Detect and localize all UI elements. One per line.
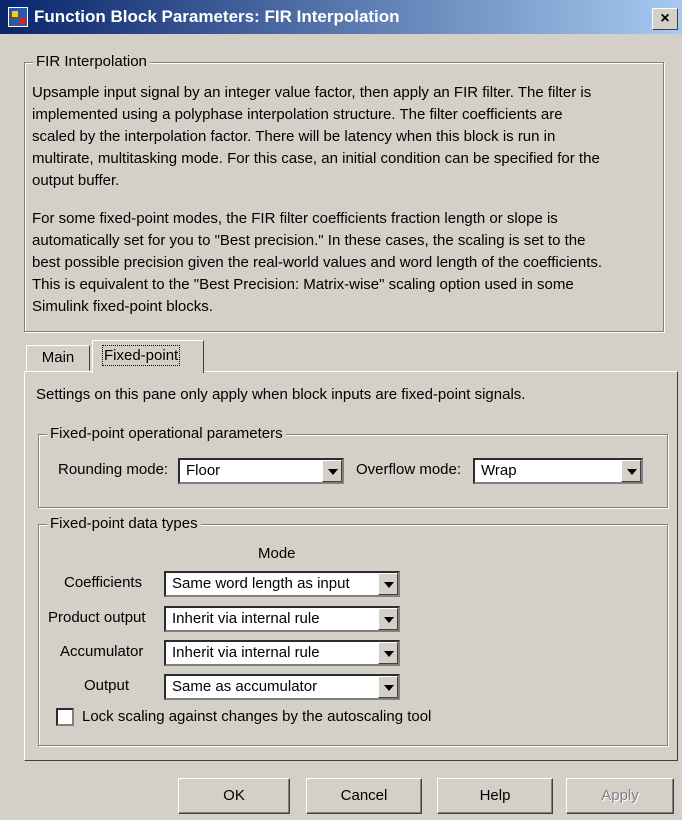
chevron-down-icon[interactable] — [378, 573, 398, 595]
apply-button[interactable]: Apply — [566, 778, 674, 814]
chevron-down-icon[interactable] — [378, 642, 398, 664]
chevron-down-icon[interactable] — [378, 608, 398, 630]
cancel-button[interactable]: Cancel — [306, 778, 422, 814]
operational-group-legend: Fixed-point operational parameters — [47, 425, 286, 442]
window-title: Function Block Parameters: FIR Interpola… — [34, 7, 400, 26]
rounding-mode-select[interactable]: Floor — [178, 458, 344, 484]
rounding-mode-value: Floor — [186, 462, 221, 479]
close-button[interactable]: × — [652, 8, 678, 30]
rounding-mode-label: Rounding mode: — [58, 461, 169, 478]
tab-fixed-point-label: Fixed-point — [101, 345, 181, 366]
product-output-mode-value: Inherit via internal rule — [172, 610, 320, 627]
description-line: best possible precision given the real-w… — [32, 254, 603, 271]
description-line: automatically set for you to "Best preci… — [32, 232, 586, 249]
chevron-down-icon[interactable] — [621, 460, 641, 482]
description-line: Upsample input signal by an integer valu… — [32, 84, 592, 101]
mode-column-header: Mode — [258, 545, 296, 562]
description-line: implemented using a polyphase interpolat… — [32, 106, 563, 123]
title-bar[interactable]: Function Block Parameters: FIR Interpola… — [0, 0, 682, 34]
product-output-mode-select[interactable]: Inherit via internal rule — [164, 606, 400, 632]
simulink-block-icon — [8, 7, 28, 27]
ok-button[interactable]: OK — [178, 778, 290, 814]
output-label: Output — [84, 677, 130, 694]
overflow-mode-label: Overflow mode: — [356, 461, 462, 478]
description-line: multirate, multitasking mode. For this c… — [32, 150, 600, 167]
output-mode-select[interactable]: Same as accumulator — [164, 674, 400, 700]
product-output-label: Product output — [48, 609, 146, 626]
pane-note: Settings on this pane only apply when bl… — [36, 386, 526, 403]
output-mode-value: Same as accumulator — [172, 678, 318, 695]
accumulator-mode-value: Inherit via internal rule — [172, 644, 320, 661]
overflow-mode-value: Wrap — [481, 462, 517, 479]
description-line: For some fixed-point modes, the FIR filt… — [32, 210, 558, 227]
coefficients-label: Coefficients — [64, 574, 143, 591]
accumulator-label: Accumulator — [60, 643, 144, 660]
description-line: Simulink fixed-point blocks. — [32, 298, 213, 315]
description-paragraph-1: Upsample input signal by an integer valu… — [32, 82, 662, 192]
description-line: This is equivalent to the "Best Precisio… — [32, 276, 574, 293]
help-button[interactable]: Help — [437, 778, 553, 814]
description-paragraph-2: For some fixed-point modes, the FIR filt… — [32, 208, 662, 318]
datatypes-group-legend: Fixed-point data types — [47, 515, 201, 532]
lock-scaling-checkbox[interactable] — [56, 708, 74, 726]
coefficients-mode-value: Same word length as input — [172, 575, 350, 592]
description-group-legend: FIR Interpolation — [33, 53, 150, 70]
overflow-mode-select[interactable]: Wrap — [473, 458, 643, 484]
description-line: scaled by the interpolation factor. Ther… — [32, 128, 556, 145]
chevron-down-icon[interactable] — [378, 676, 398, 698]
accumulator-mode-select[interactable]: Inherit via internal rule — [164, 640, 400, 666]
chevron-down-icon[interactable] — [322, 460, 342, 482]
coefficients-mode-select[interactable]: Same word length as input — [164, 571, 400, 597]
tab-main[interactable]: Main — [26, 345, 90, 371]
description-line: output buffer. — [32, 172, 120, 189]
lock-scaling-label[interactable]: Lock scaling against changes by the auto… — [82, 708, 431, 725]
tab-fixed-point[interactable]: Fixed-point — [92, 340, 204, 373]
